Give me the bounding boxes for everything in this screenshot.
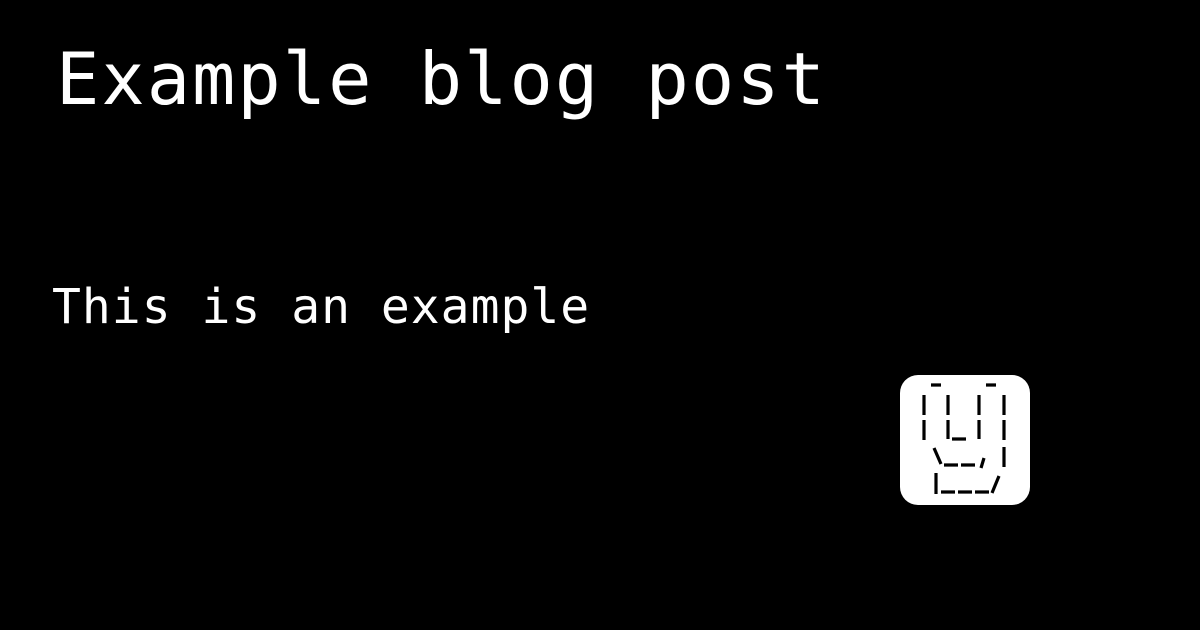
og-card: Example blog post This is an example <box>0 0 1200 630</box>
post-title: Example blog post <box>56 37 827 121</box>
post-description: This is an example <box>52 279 591 335</box>
site-logo <box>900 375 1030 505</box>
ascii-art-y-logo-icon <box>922 383 1006 494</box>
